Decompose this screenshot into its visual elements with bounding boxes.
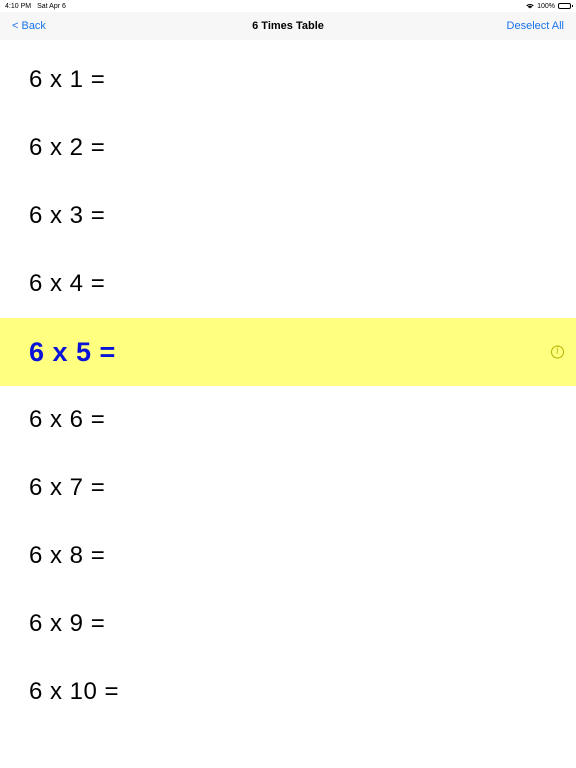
info-icon[interactable]: i (551, 345, 564, 359)
equation-label: 6 x 8 = (29, 542, 106, 569)
table-row[interactable]: 6 x 6 = (0, 386, 576, 454)
status-date: Sat Apr 6 (37, 2, 66, 10)
table-row-selected[interactable]: 6 x 5 = i (0, 318, 576, 386)
equation-label: 6 x 10 = (29, 678, 120, 705)
page-title: 6 Times Table (252, 20, 324, 32)
equation-label: 6 x 5 = (29, 336, 116, 367)
equation-label: 6 x 4 = (29, 270, 106, 297)
equation-label: 6 x 2 = (29, 134, 106, 161)
status-right: 100% (526, 2, 573, 10)
table-row[interactable]: 6 x 4 = (0, 250, 576, 318)
table-row[interactable]: 6 x 7 = (0, 454, 576, 522)
table-row[interactable]: 6 x 9 = (0, 590, 576, 658)
navigation-bar: < Back 6 Times Table Deselect All (0, 12, 576, 40)
equation-label: 6 x 7 = (29, 474, 106, 501)
status-left: 4:10 PM Sat Apr 6 (5, 3, 66, 10)
wifi-icon (526, 3, 534, 9)
table-row[interactable]: 6 x 3 = (0, 182, 576, 250)
table-row[interactable]: 6 x 10 = (0, 658, 576, 726)
equation-label: 6 x 9 = (29, 610, 106, 637)
status-time: 4:10 PM (5, 2, 32, 10)
status-bar: 4:10 PM Sat Apr 6 100% (0, 0, 576, 12)
equation-label: 6 x 6 = (29, 406, 106, 433)
battery-percent: 100% (537, 2, 555, 10)
deselect-all-button[interactable]: Deselect All (507, 20, 564, 32)
table-row[interactable]: 6 x 1 = (0, 46, 576, 114)
table-row[interactable]: 6 x 8 = (0, 522, 576, 590)
battery-icon (558, 3, 573, 9)
times-table-list: 6 x 1 = 6 x 2 = 6 x 3 = 6 x 4 = 6 x 5 = … (0, 46, 576, 726)
equation-label: 6 x 1 = (29, 66, 106, 93)
back-button[interactable]: < Back (12, 20, 46, 32)
equation-label: 6 x 3 = (29, 202, 106, 229)
table-row[interactable]: 6 x 2 = (0, 114, 576, 182)
